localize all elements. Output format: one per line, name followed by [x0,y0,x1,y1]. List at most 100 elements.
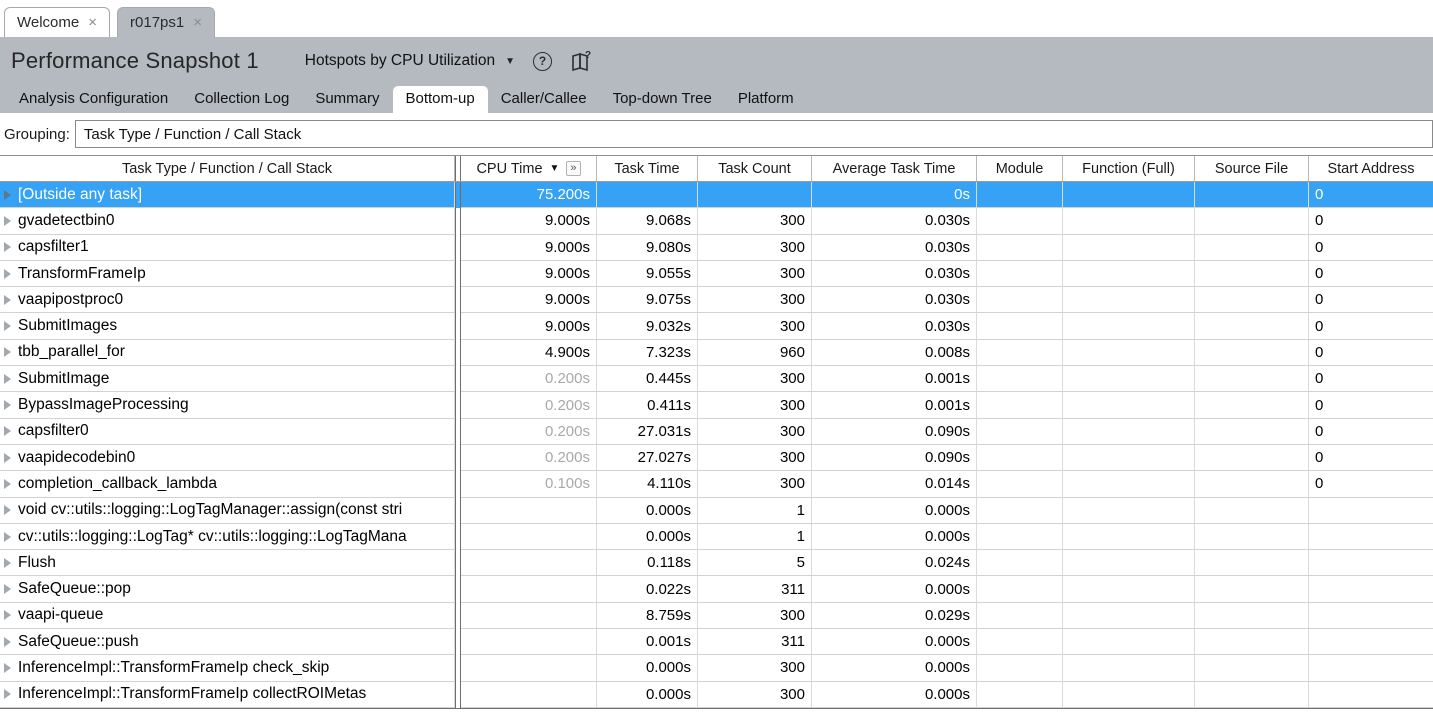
task-name-cell[interactable]: SubmitImages [0,313,455,339]
table-row[interactable]: cv::utils::logging::LogTag* cv::utils::l… [0,524,1433,550]
table-row[interactable]: Flush 0.118s 5 0.024s [0,550,1433,576]
expand-triangle-icon[interactable] [4,505,11,515]
expand-triangle-icon[interactable] [4,400,11,410]
expand-triangle-icon[interactable] [4,610,11,620]
source-file-cell [1195,603,1309,629]
tab-welcome[interactable]: Welcome × [4,7,110,37]
expand-triangle-icon[interactable] [4,374,11,384]
expand-triangle-icon[interactable] [4,347,11,357]
task-name-cell[interactable]: InferenceImpl::TransformFrameIp check_sk… [0,655,455,681]
column-header-function-full[interactable]: Function (Full) [1063,156,1195,181]
expand-triangle-icon[interactable] [4,663,11,673]
task-name-cell[interactable]: SafeQueue::push [0,629,455,655]
expand-triangle-icon[interactable] [4,321,11,331]
task-name-cell[interactable]: vaapidecodebin0 [0,445,455,471]
table-row[interactable]: vaapipostproc0 9.000s 9.075s 300 0.030s … [0,287,1433,313]
tab-top-down-tree[interactable]: Top-down Tree [600,86,725,113]
tab-summary[interactable]: Summary [302,86,392,113]
start-address-cell [1309,550,1433,576]
table-row[interactable]: InferenceImpl::TransformFrameIp collectR… [0,682,1433,708]
task-name-cell[interactable]: capsfilter1 [0,235,455,261]
table-row[interactable]: SafeQueue::pop 0.022s 311 0.000s [0,576,1433,602]
table-row[interactable]: gvadetectbin0 9.000s 9.068s 300 0.030s 0 [0,208,1433,234]
average-task-time-cell: 0.030s [812,235,977,261]
table-row[interactable]: capsfilter1 9.000s 9.080s 300 0.030s 0 [0,235,1433,261]
expand-triangle-icon[interactable] [4,242,11,252]
help-button[interactable]: ? [533,52,552,71]
expand-triangle-icon[interactable] [4,190,11,200]
tab-platform[interactable]: Platform [725,86,807,113]
expand-triangle-icon[interactable] [4,584,11,594]
task-name-cell[interactable]: vaapipostproc0 [0,287,455,313]
table-row[interactable]: BypassImageProcessing 0.200s 0.411s 300 … [0,392,1433,418]
table-row[interactable]: vaapi-queue 8.759s 300 0.029s [0,603,1433,629]
grouping-select[interactable]: Task Type / Function / Call Stack [75,120,1433,148]
expand-triangle-icon[interactable] [4,426,11,436]
task-name-cell[interactable]: BypassImageProcessing [0,392,455,418]
table-row[interactable]: TransformFrameIp 9.000s 9.055s 300 0.030… [0,261,1433,287]
column-header-task-time[interactable]: Task Time [597,156,698,181]
module-cell [977,392,1063,418]
task-name-cell[interactable]: completion_callback_lambda [0,471,455,497]
module-cell [977,340,1063,366]
task-count-cell: 300 [698,261,812,287]
task-name-label: void cv::utils::logging::LogTagManager::… [18,501,402,519]
expand-column-button[interactable]: » [566,161,580,176]
close-icon[interactable]: × [88,15,97,30]
task-name-cell[interactable]: InferenceImpl::TransformFrameIp collectR… [0,682,455,708]
task-name-cell[interactable]: capsfilter0 [0,419,455,445]
task-count-cell: 300 [698,235,812,261]
tab-caller-callee[interactable]: Caller/Callee [488,86,600,113]
start-address-cell: 0 [1309,471,1433,497]
table-row[interactable]: capsfilter0 0.200s 27.031s 300 0.090s 0 [0,419,1433,445]
table-row[interactable]: void cv::utils::logging::LogTagManager::… [0,498,1433,524]
table-row[interactable]: vaapidecodebin0 0.200s 27.027s 300 0.090… [0,445,1433,471]
column-header-module[interactable]: Module [977,156,1063,181]
tab-collection-log[interactable]: Collection Log [181,86,302,113]
column-header-source-file[interactable]: Source File [1195,156,1309,181]
table-row[interactable]: SubmitImage 0.200s 0.445s 300 0.001s 0 [0,366,1433,392]
task-name-cell[interactable]: [Outside any task] [0,182,455,208]
expand-triangle-icon[interactable] [4,269,11,279]
expand-triangle-icon[interactable] [4,689,11,699]
column-header-task-count[interactable]: Task Count [698,156,812,181]
column-header-start-address[interactable]: Start Address [1309,156,1433,181]
tab-result-r017ps1[interactable]: r017ps1 × [117,7,215,37]
task-name-cell[interactable]: void cv::utils::logging::LogTagManager::… [0,498,455,524]
close-icon[interactable]: × [193,15,202,30]
task-count-cell: 960 [698,340,812,366]
task-name-cell[interactable]: Flush [0,550,455,576]
table-row[interactable]: SafeQueue::push 0.001s 311 0.000s [0,629,1433,655]
expand-triangle-icon[interactable] [4,637,11,647]
task-time-cell: 9.055s [597,261,698,287]
task-name-cell[interactable]: tbb_parallel_for [0,340,455,366]
table-row[interactable]: SubmitImages 9.000s 9.032s 300 0.030s 0 [0,313,1433,339]
column-header-task-type[interactable]: Task Type / Function / Call Stack [0,156,455,181]
source-file-cell [1195,235,1309,261]
table-row[interactable]: tbb_parallel_for 4.900s 7.323s 960 0.008… [0,340,1433,366]
task-name-cell[interactable]: SafeQueue::pop [0,576,455,602]
table-row[interactable]: completion_callback_lambda 0.100s 4.110s… [0,471,1433,497]
table-row[interactable]: [Outside any task] 75.200s 0s 0 [0,182,1433,208]
task-name-cell[interactable]: cv::utils::logging::LogTag* cv::utils::l… [0,524,455,550]
tab-analysis-configuration[interactable]: Analysis Configuration [6,86,181,113]
expand-triangle-icon[interactable] [4,479,11,489]
expand-triangle-icon[interactable] [4,532,11,542]
expand-triangle-icon[interactable] [4,216,11,226]
documentation-button[interactable]: ? [570,50,594,72]
viewpoint-selector[interactable]: Hotspots by CPU Utilization ▼ [305,52,515,70]
expand-triangle-icon[interactable] [4,295,11,305]
task-name-cell[interactable]: vaapi-queue [0,603,455,629]
task-count-cell [698,182,812,208]
column-header-cpu-time[interactable]: CPU Time ▼ » [461,156,597,181]
task-name-cell[interactable]: gvadetectbin0 [0,208,455,234]
table-row[interactable]: InferenceImpl::TransformFrameIp check_sk… [0,655,1433,681]
expand-triangle-icon[interactable] [4,453,11,463]
expand-triangle-icon[interactable] [4,558,11,568]
tab-bottom-up[interactable]: Bottom-up [393,86,488,113]
task-name-cell[interactable]: SubmitImage [0,366,455,392]
function-full-cell [1063,366,1195,392]
function-full-cell [1063,655,1195,681]
column-header-average-task-time[interactable]: Average Task Time [812,156,977,181]
task-name-cell[interactable]: TransformFrameIp [0,261,455,287]
